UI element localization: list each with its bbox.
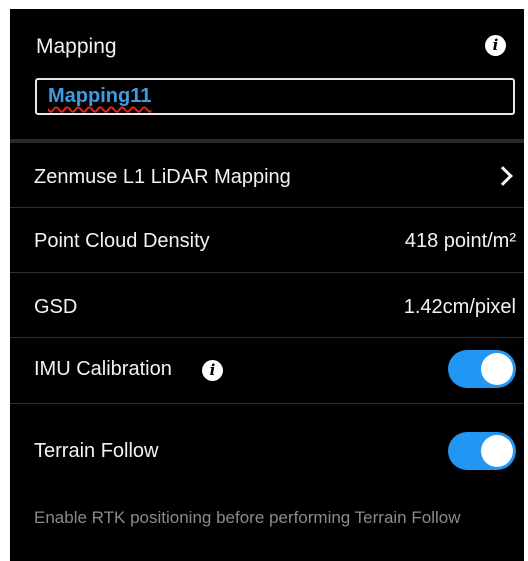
chevron-right-icon xyxy=(493,166,513,186)
gsd-value: 1.42cm/pixel xyxy=(403,296,516,318)
point-cloud-density-label: Point Cloud Density xyxy=(34,230,210,252)
panel-title: Mapping xyxy=(36,35,117,58)
mapping-mode-row[interactable]: Zenmuse L1 LiDAR Mapping xyxy=(10,143,524,208)
mission-name-input[interactable]: Mapping11 xyxy=(35,78,515,115)
info-icon[interactable]: i xyxy=(485,35,506,56)
mapping-settings-panel: Mapping i Mapping11 Zenmuse L1 LiDAR Map… xyxy=(10,9,524,561)
point-cloud-density-row: Point Cloud Density 418 point/m² xyxy=(10,208,524,273)
gsd-row: GSD 1.42cm/pixel xyxy=(10,273,524,338)
mission-name-value: Mapping11 xyxy=(48,85,152,107)
imu-calibration-label: IMU Calibration xyxy=(34,358,172,380)
gsd-label: GSD xyxy=(34,296,78,318)
toggle-knob xyxy=(481,353,513,385)
terrain-follow-hint: Enable RTK positioning before performing… xyxy=(34,508,461,527)
terrain-follow-row: Terrain Follow xyxy=(10,404,524,486)
terrain-follow-toggle[interactable] xyxy=(448,432,516,470)
terrain-follow-label: Terrain Follow xyxy=(34,440,159,462)
info-icon[interactable]: i xyxy=(202,360,223,381)
mapping-header: Mapping i Mapping11 xyxy=(10,9,524,138)
toggle-knob xyxy=(481,435,513,467)
imu-calibration-row: IMU Calibration i xyxy=(10,338,524,404)
imu-calibration-toggle[interactable] xyxy=(448,350,516,388)
point-cloud-density-value: 418 point/m² xyxy=(404,230,516,252)
mapping-mode-label: Zenmuse L1 LiDAR Mapping xyxy=(34,166,291,188)
